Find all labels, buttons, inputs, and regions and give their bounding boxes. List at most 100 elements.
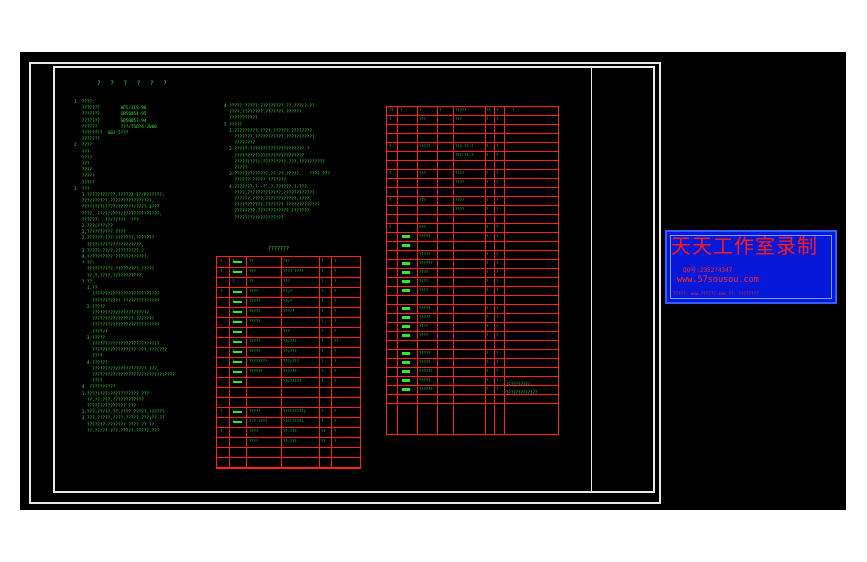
table-cell: ? — [389, 143, 392, 148]
table-cell: ?????? — [249, 368, 263, 373]
material-symbol-icon — [402, 262, 410, 265]
table-row-line — [387, 403, 558, 404]
table-cell: ???? — [455, 197, 465, 202]
table-header-cell: ? — [512, 107, 515, 112]
table-cell: ????? — [249, 298, 261, 303]
table-cell: ? — [486, 377, 489, 382]
material-symbol-icon — [402, 388, 410, 391]
table-cell: ? — [220, 428, 223, 433]
table-cell: ??/??? — [283, 348, 297, 353]
table-cell: ? — [334, 358, 337, 363]
material-symbol-icon — [402, 307, 410, 310]
table-cell: ? — [334, 378, 337, 383]
table-cell: ? — [486, 323, 489, 328]
legend-symbol-icon — [233, 291, 242, 293]
note-line: ??????????????????? — [224, 215, 284, 221]
table-cell: ?????? — [419, 260, 433, 265]
table-cell: ???(?????) — [283, 408, 306, 413]
table-cell: ?? — [334, 338, 339, 343]
material-symbol-icon — [402, 361, 410, 364]
table-cell: ? — [220, 258, 223, 263]
table-cell: ? — [496, 332, 499, 337]
table-cell: ? — [496, 152, 499, 157]
table-cell: ? — [321, 368, 324, 373]
table-cell: ??? — [419, 197, 426, 202]
table-cell: ????? — [419, 350, 431, 355]
table-cell: ???(????) — [283, 418, 304, 423]
table-cell: ????? — [419, 377, 431, 382]
table-cell: ????? — [419, 143, 431, 148]
table-cell: ? — [321, 298, 324, 303]
table-cell: ? — [486, 368, 489, 373]
table-cell: ???/?? — [283, 368, 297, 373]
table-cell: ? — [486, 359, 489, 364]
table-header-cell: ? — [400, 107, 403, 112]
table-cell: ????? — [419, 251, 431, 256]
table-header-cell: ?? — [389, 107, 394, 112]
design-notes-column-2: 4 ????? ?????:?????????.??.???(?.?? ????… — [224, 104, 330, 222]
table-cell: ? — [389, 224, 392, 229]
legend-symbol-icon — [233, 271, 242, 273]
table-cell: ? — [486, 233, 489, 238]
table-cell: ? — [334, 418, 337, 423]
table-cell: ??? — [249, 268, 256, 273]
table-cell: ? — [486, 224, 489, 229]
table-cell: ? — [321, 308, 324, 313]
material-symbol-icon — [402, 280, 410, 283]
table-cell: ?? — [249, 258, 254, 263]
table-cell: ? — [496, 179, 499, 184]
table-cell: ? — [496, 386, 499, 391]
table-cell: ? — [220, 288, 223, 293]
table-cell: ? — [321, 358, 324, 363]
table-cell: ? — [334, 258, 337, 263]
table-cell: ? — [334, 318, 337, 323]
material-symbol-icon — [402, 235, 410, 238]
table-cell: ??? — [419, 170, 426, 175]
table-cell: ?????? — [419, 386, 433, 391]
table-header-cell: ????? — [455, 107, 467, 112]
watermark-qq: QQ号:2352?4347 — [683, 267, 733, 274]
table-cell: ????? — [249, 308, 261, 313]
table-cell: ?????? — [419, 368, 433, 373]
material-symbol-icon — [402, 244, 410, 247]
legend-symbol-icon — [233, 331, 242, 333]
right-table-footnote-1: ??????????. — [506, 382, 533, 387]
table-cell: ??? — [283, 278, 290, 283]
table-cell: ????? — [419, 233, 431, 238]
table-cell: ? — [486, 116, 489, 121]
table-cell: ? — [486, 260, 489, 265]
material-symbol-icon — [402, 316, 410, 319]
table-cell: ? — [321, 408, 324, 413]
table-cell: ????? — [249, 408, 261, 413]
table-cell: ? — [321, 278, 324, 283]
table-header-cell: ? — [496, 107, 499, 112]
table-cell: ???-??-? — [455, 152, 474, 157]
watermark-site: www.57sousou.com — [677, 275, 759, 285]
table-cell: ? — [334, 328, 337, 333]
table-cell: ???? — [249, 428, 259, 433]
table-cell: ? — [334, 348, 337, 353]
table-cell: ? — [334, 288, 337, 293]
table-cell: ? — [496, 197, 499, 202]
table-cell: ? — [496, 206, 499, 211]
legend-symbol-icon — [233, 311, 242, 313]
table-cell: ? — [496, 224, 499, 229]
legend-symbol-icon — [233, 381, 242, 383]
table-cell: ? — [220, 268, 223, 273]
table-cell: ??/??? — [283, 338, 297, 343]
right-table-footnote-2: ????????????? — [506, 390, 538, 395]
materials-table-right: ????????????????????????????? ???-??-????… — [386, 106, 559, 435]
table-cell: ??/? — [283, 288, 293, 293]
legend-symbol-icon — [233, 301, 242, 303]
table-cell: ? — [334, 298, 337, 303]
table-cell: ? — [321, 318, 324, 323]
table-cell: ? — [496, 305, 499, 310]
watermark-banner: 天天工作室录制 QQ号:2352?4347 www.57sousou.com ?… — [665, 230, 837, 304]
table-cell: ? — [389, 170, 392, 175]
table-cell: ? — [496, 350, 499, 355]
legend-table-left: ?????????????????? ?????????????????????… — [216, 256, 361, 469]
table-cell: ????? — [249, 318, 261, 323]
legend-symbol-icon — [233, 341, 242, 343]
table-cell: ? — [486, 197, 489, 202]
table-cell: ? — [496, 251, 499, 256]
